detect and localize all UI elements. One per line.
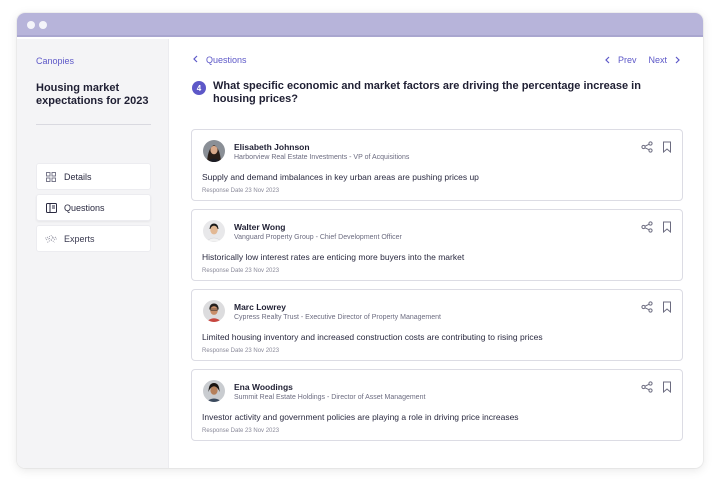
share-icon[interactable]	[641, 300, 653, 313]
people-icon	[45, 233, 57, 245]
window-titlebar	[17, 13, 703, 37]
project-title: Housing market expectations for 2023	[36, 82, 149, 107]
response-answer: Historically low interest rates are enti…	[202, 252, 465, 262]
share-icon[interactable]	[641, 380, 653, 393]
grid-icon	[45, 171, 57, 183]
response-answer: Investor activity and government policie…	[202, 412, 519, 422]
main-panel: Questions Prev Next 4 What specific econ…	[170, 39, 703, 468]
book-icon	[45, 202, 57, 214]
next-button[interactable]: Next	[648, 55, 680, 65]
bookmark-icon[interactable]	[662, 140, 672, 154]
sidebar-item-details[interactable]: Details	[36, 163, 151, 190]
window-dot-icon[interactable]	[27, 21, 35, 29]
chevron-left-icon	[193, 55, 198, 65]
avatar	[203, 140, 225, 162]
sidebar-item-experts[interactable]: Experts	[36, 225, 151, 252]
share-icon[interactable]	[641, 220, 653, 233]
share-icon[interactable]	[641, 140, 653, 153]
prev-button[interactable]: Prev	[605, 55, 637, 65]
response-answer: Supply and demand imbalances in key urba…	[202, 172, 479, 182]
app-window: Canopies Housing market expectations for…	[17, 13, 703, 468]
sidebar-item-label: Experts	[64, 233, 95, 244]
avatar	[203, 300, 225, 322]
expert-role: Harborview Real Estate Investments - VP …	[234, 154, 410, 161]
expert-name[interactable]: Walter Wong	[234, 222, 285, 232]
bookmark-icon[interactable]	[662, 220, 672, 234]
response-date: Response Date 23 Nov 2023	[202, 188, 280, 194]
response-card: Marc Lowrey Cypress Realty Trust - Execu…	[191, 289, 683, 361]
chevron-left-icon	[605, 56, 610, 64]
avatar	[203, 380, 225, 402]
response-date: Response Date 23 Nov 2023	[202, 268, 280, 274]
sidebar: Canopies Housing market expectations for…	[17, 39, 169, 468]
response-card: Elisabeth Johnson Harborview Real Estate…	[191, 129, 683, 201]
sidebar-item-questions[interactable]: Questions	[36, 194, 151, 221]
question-number-badge: 4	[192, 81, 206, 95]
sidebar-item-label: Questions	[64, 202, 105, 213]
chevron-right-icon	[675, 56, 680, 64]
bookmark-icon[interactable]	[662, 300, 672, 314]
next-label: Next	[648, 55, 667, 65]
expert-name[interactable]: Elisabeth Johnson	[234, 142, 310, 152]
window-dot-icon[interactable]	[39, 21, 47, 29]
response-card: Walter Wong Vanguard Property Group - Ch…	[191, 209, 683, 281]
expert-role: Summit Real Estate Holdings - Director o…	[234, 394, 426, 401]
pager: Prev Next	[605, 55, 680, 65]
bookmark-icon[interactable]	[662, 380, 672, 394]
expert-role: Cypress Realty Trust - Executive Directo…	[234, 314, 441, 321]
response-date: Response Date 23 Nov 2023	[202, 428, 280, 434]
expert-role: Vanguard Property Group - Chief Developm…	[234, 234, 402, 241]
response-answer: Limited housing inventory and increased …	[202, 332, 543, 342]
response-card: Ena Woodings Summit Real Estate Holdings…	[191, 369, 683, 441]
sidebar-divider	[36, 124, 151, 125]
sidebar-item-label: Details	[64, 171, 92, 182]
expert-name[interactable]: Ena Woodings	[234, 382, 293, 392]
back-label: Questions	[206, 55, 247, 65]
avatar	[203, 220, 225, 242]
response-date: Response Date 23 Nov 2023	[202, 348, 280, 354]
brand-link[interactable]: Canopies	[36, 56, 74, 66]
back-to-questions-link[interactable]: Questions	[193, 55, 247, 65]
prev-label: Prev	[617, 55, 637, 65]
question-title: What specific economic and market factor…	[213, 80, 641, 105]
expert-name[interactable]: Marc Lowrey	[234, 302, 286, 312]
